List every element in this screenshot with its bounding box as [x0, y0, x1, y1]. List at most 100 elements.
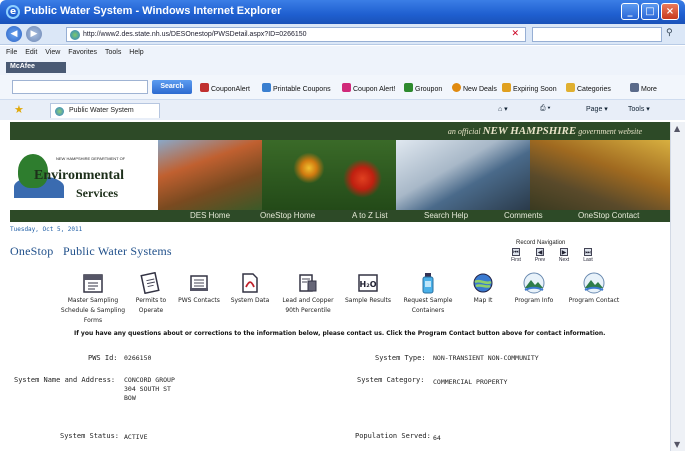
name-line-1: CONCORD GROUP	[124, 376, 175, 384]
coupon-toolbar: Search CouponAlert Printable Coupons Cou…	[0, 75, 685, 100]
toolbar-search-button[interactable]: Search	[152, 80, 192, 94]
menu-favorites[interactable]: Favorites	[68, 46, 97, 56]
name-address-label: System Name and Address:	[14, 376, 116, 384]
favorites-star-icon[interactable]: ★	[14, 103, 24, 116]
home-icon[interactable]: ⌂ ▾	[498, 105, 508, 113]
minimize-button[interactable]: _	[621, 3, 639, 20]
scroll-down-icon[interactable]: ▼	[674, 440, 680, 449]
record-navigation: ⏮ First ◀ Prev ▶ Next ⏭ Last	[498, 246, 598, 268]
close-button[interactable]: ×	[661, 3, 679, 20]
page-globe-icon	[70, 30, 80, 40]
scissors-icon	[262, 83, 271, 92]
svg-text:H₂O: H₂O	[360, 280, 377, 289]
record-prev-button[interactable]: ◀ Prev	[530, 248, 550, 263]
menu-view[interactable]: View	[45, 46, 60, 56]
forward-button[interactable]: ▶	[26, 26, 42, 42]
groupon-button[interactable]: Groupon	[404, 83, 442, 93]
print-icon[interactable]: ⎙ ▾	[540, 105, 551, 113]
h2o-icon: H₂O	[357, 272, 379, 294]
new-deals-button[interactable]: New Deals	[452, 83, 497, 93]
pws-id-value: 0266150	[124, 354, 152, 362]
name-line-3: BOW	[124, 394, 136, 402]
nav-des-home[interactable]: DES Home	[190, 211, 230, 220]
nav-onestop-home[interactable]: OneStop Home	[260, 211, 315, 220]
pws-contacts-button[interactable]: PWS Contacts	[178, 272, 220, 304]
categories-button[interactable]: Categories	[566, 83, 611, 93]
mcafee-toolbar: McAfee	[0, 60, 685, 75]
system-status-label: System Status:	[60, 432, 120, 440]
mcafee-button[interactable]: McAfee	[6, 62, 66, 73]
globe-icon	[472, 272, 494, 294]
nav-search-help[interactable]: Search Help	[424, 211, 468, 220]
system-data-button[interactable]: System Data	[228, 272, 272, 304]
menu-tools[interactable]: Tools	[105, 46, 121, 56]
groupon-icon	[404, 83, 413, 92]
record-last-button[interactable]: ⏭ Last	[578, 248, 598, 263]
expiring-soon-button[interactable]: Expiring Soon	[502, 83, 557, 93]
permits-button[interactable]: Permits to Operate	[130, 271, 172, 314]
more-button[interactable]: More	[630, 83, 657, 93]
couponalert-logo[interactable]: CouponAlert	[200, 83, 250, 93]
browser-search-input[interactable]	[532, 27, 662, 42]
maximize-button[interactable]: □	[641, 3, 659, 20]
tab-public-water-system[interactable]: Public Water System	[50, 103, 160, 118]
bottle-icon	[417, 272, 439, 294]
page-title: OneStop Public Water Systems	[10, 244, 172, 258]
menu-file[interactable]: File	[6, 46, 17, 56]
tab-page-icon	[55, 107, 64, 116]
page-menu[interactable]: Page ▾	[586, 105, 608, 113]
permits-icon	[140, 271, 162, 295]
system-type-value: NON-TRANSIENT NON-COMMUNITY	[433, 354, 539, 362]
stop-icon[interactable]: ✕	[511, 29, 519, 39]
record-first-button[interactable]: ⏮ First	[506, 248, 526, 263]
system-type-label: System Type:	[375, 354, 426, 362]
tools-menu[interactable]: Tools ▾	[628, 105, 650, 113]
window-title: Public Water System - Windows Internet E…	[24, 5, 282, 17]
current-date: Tuesday, Oct 5, 2011	[10, 226, 83, 233]
search-icon[interactable]: ⚲	[666, 28, 673, 38]
vertical-scrollbar[interactable]: ▲ ▼	[670, 122, 685, 451]
couponalert-icon	[200, 83, 209, 92]
nav-onestop-contact[interactable]: OneStop Contact	[578, 211, 639, 220]
nav-comments[interactable]: Comments	[504, 211, 543, 220]
coupon-alert-button[interactable]: Coupon Alert!	[342, 83, 395, 93]
butterfly-photo	[262, 140, 396, 210]
lead-copper-button[interactable]: Lead and Copper 90th Percentile	[278, 272, 338, 314]
scroll-up-icon[interactable]: ▲	[674, 124, 680, 133]
menu-help[interactable]: Help	[129, 46, 143, 56]
contacts-icon	[188, 272, 210, 294]
system-status-value: ACTIVE	[124, 433, 148, 441]
window-controls: _ □ ×	[621, 3, 679, 20]
map-it-button[interactable]: Map It	[466, 272, 500, 304]
printable-coupons-button[interactable]: Printable Coupons	[262, 83, 331, 93]
site-nav: DES Home OneStop Home A to Z List Search…	[10, 210, 670, 222]
nh-official-strip: an official NEW HAMPSHIRE government web…	[10, 122, 670, 140]
nav-a-to-z[interactable]: A to Z List	[352, 211, 388, 220]
program-contact-button[interactable]: Program Contact	[564, 272, 624, 304]
menu-edit[interactable]: Edit	[25, 46, 37, 56]
calendar-icon	[82, 272, 104, 294]
pdf-icon	[239, 272, 261, 294]
record-next-button[interactable]: ▶ Next	[554, 248, 574, 263]
program-info-button[interactable]: Program Info	[510, 272, 558, 304]
pws-id-label: PWS Id:	[88, 354, 118, 362]
forest-road-photo	[530, 140, 670, 210]
more-icon	[630, 83, 639, 92]
toolbar-search-input[interactable]	[12, 80, 148, 94]
system-category-label: System Category:	[357, 376, 425, 384]
title-bar: e Public Water System - Windows Internet…	[0, 0, 685, 24]
autumn-lake-photo	[158, 140, 262, 210]
master-sampling-button[interactable]: Master Sampling Schedule & Sampling Form…	[58, 272, 128, 324]
lead-copper-icon	[297, 272, 319, 294]
back-button[interactable]: ◀	[6, 26, 22, 42]
ie-logo-icon: e	[6, 5, 20, 19]
tag-icon	[342, 83, 351, 92]
request-sample-button[interactable]: Request Sample Containers	[398, 272, 458, 314]
official-site-label: an official NEW HAMPSHIRE government web…	[447, 125, 642, 137]
address-bar[interactable]: http://www2.des.state.nh.us/DESOnestop/P…	[66, 27, 526, 42]
tab-row: ★ Public Water System ⌂ ▾ ⎙ ▾ Page ▾ Too…	[0, 100, 685, 120]
des-logo[interactable]: NEW HAMPSHIRE DEPARTMENT OF Environmenta…	[14, 146, 154, 206]
address-text: http://www2.des.state.nh.us/DESOnestop/P…	[83, 31, 307, 38]
des-banner: NEW HAMPSHIRE DEPARTMENT OF Environmenta…	[10, 140, 670, 210]
sample-results-button[interactable]: H₂O Sample Results	[342, 272, 394, 304]
